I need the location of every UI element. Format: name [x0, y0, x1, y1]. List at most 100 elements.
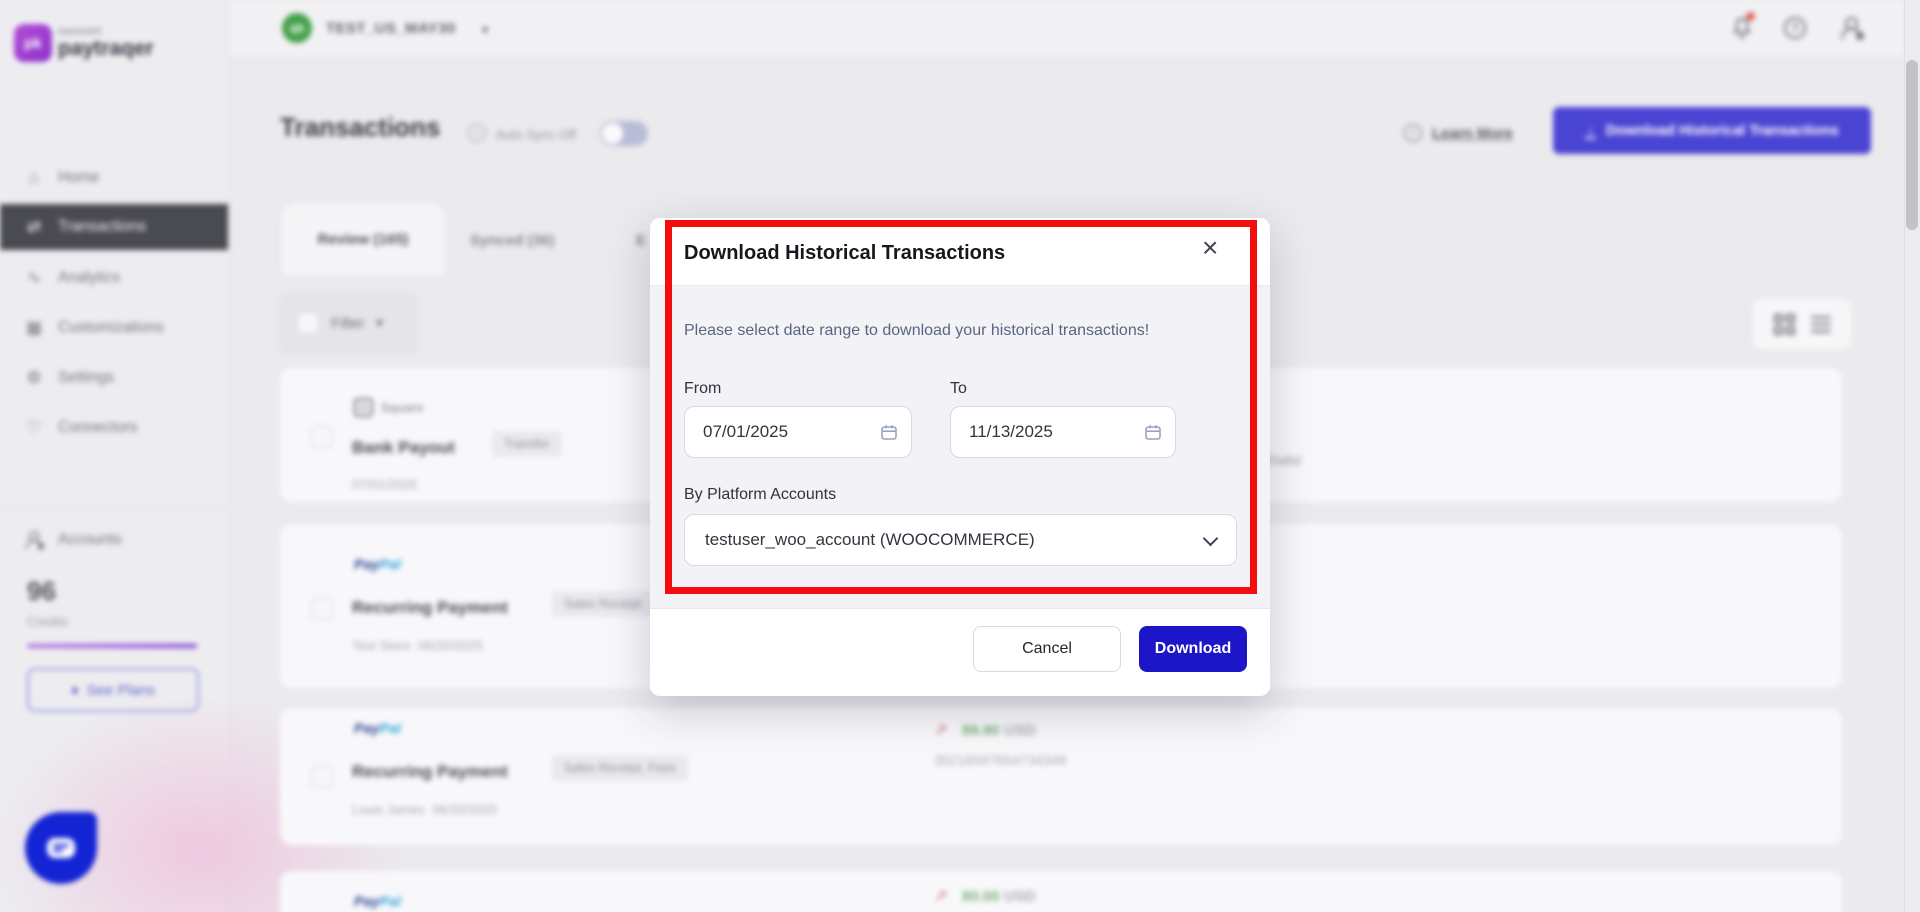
see-plans-label: See Plans — [87, 682, 155, 699]
transaction-meta: Louis James 06/20/2025 — [352, 802, 497, 817]
sidebar-item-label: Home — [58, 169, 99, 187]
paypal-wordmark-light: Pal — [380, 720, 402, 736]
paypal-wordmark-light: Pal — [380, 893, 402, 909]
list-view-icon[interactable] — [1811, 316, 1831, 333]
paypal-wordmark-dark: Pay — [354, 893, 380, 909]
sidebar-item-label: Analytics — [58, 269, 120, 287]
transaction-type-badge: Transfer — [492, 431, 562, 457]
download-historical-transactions-button[interactable]: ↓ Download Historical Transactions — [1553, 107, 1871, 154]
amount-currency: USD — [1004, 722, 1036, 739]
transaction-meta: 07/01/2025 — [352, 477, 417, 492]
auto-sync-toggle[interactable] — [600, 121, 648, 146]
sidebar-item-label: Accounts — [58, 531, 122, 549]
paypal-logo: PayPal — [354, 893, 401, 909]
sidebar-item-settings[interactable]: ⚙ Settings — [0, 356, 228, 400]
paypal-wordmark-dark: Pay — [354, 720, 380, 736]
to-date-field — [950, 406, 1176, 458]
customizations-icon: ▦ — [24, 318, 44, 338]
connectors-icon: ♡ — [24, 418, 44, 438]
chat-widget-button[interactable] — [25, 812, 97, 884]
transaction-title: Bank Payout — [352, 438, 455, 458]
help-icon[interactable]: ? — [1784, 17, 1806, 39]
row-checkbox[interactable] — [311, 426, 333, 448]
select-all-checkbox[interactable] — [297, 312, 319, 334]
top-bar — [228, 0, 1904, 58]
platform-accounts-label: By Platform Accounts — [684, 486, 836, 504]
download-button[interactable]: Download — [1139, 626, 1247, 672]
paypal-wordmark-dark: Pay — [354, 556, 380, 572]
chevron-down-icon — [1203, 530, 1219, 546]
scrollbar-thumb[interactable] — [1906, 60, 1918, 230]
caret-down-icon: ▾ — [376, 315, 383, 331]
download-button-label: Download Historical Transactions — [1606, 123, 1839, 139]
money-in-arrow-icon: ↗ — [934, 720, 947, 740]
tab-excluded-partial[interactable]: E — [636, 232, 646, 249]
filter-button[interactable]: Filter — [331, 315, 364, 332]
auto-sync-label: Auto Sync Off — [496, 127, 576, 142]
sidebar-item-label: Connectors — [58, 419, 137, 437]
cancel-button[interactable]: Cancel — [973, 626, 1121, 672]
sidebar-item-accounts[interactable]: Accounts — [0, 518, 228, 562]
calendar-icon[interactable] — [880, 423, 898, 446]
row-checkbox[interactable] — [311, 766, 333, 788]
filter-bar: Filter ▾ — [279, 292, 419, 354]
tab-review[interactable]: Review (165) — [282, 204, 444, 274]
quickbooks-badge-icon[interactable]: qb — [282, 13, 312, 43]
transactions-icon: ⇄ — [24, 217, 44, 237]
grid-view-icon[interactable] — [1774, 314, 1795, 335]
sidebar-item-label: Customizations — [58, 319, 164, 337]
transaction-row[interactable] — [280, 708, 1842, 845]
transaction-type-badge: Sales Receipt, Fees — [552, 755, 688, 781]
paypal-logo: PayPal — [354, 556, 401, 572]
platform-account-value: testuser_woo_account (WOOCOMMERCE) — [705, 530, 1035, 550]
home-icon: ⌂ — [24, 168, 44, 188]
close-icon[interactable]: × — [1202, 234, 1218, 262]
modal-message: Please select date range to download you… — [684, 322, 1149, 340]
transaction-meta: Test Store 06/20/2025 — [352, 638, 483, 653]
from-date-field — [684, 406, 912, 458]
from-date-input[interactable] — [684, 406, 912, 458]
platform-account-select[interactable]: testuser_woo_account (WOOCOMMERCE) — [684, 514, 1237, 566]
sidebar-item-analytics[interactable]: ∿ Analytics — [0, 256, 228, 300]
to-date-label: To — [950, 380, 967, 398]
paytraqer-logo-icon: pk — [14, 24, 52, 62]
transaction-title: Recurring Payment — [352, 762, 508, 782]
settings-gear-icon: ⚙ — [24, 368, 44, 388]
info-icon: i — [1404, 124, 1422, 142]
toggle-knob — [602, 123, 623, 144]
paypal-wordmark-light: Pal — [380, 556, 402, 572]
tab-synced[interactable]: Synced (36) — [470, 232, 554, 249]
app-window: qb TEST_US_MAY30 ▾ ? pk saasant paytraqe… — [0, 0, 1920, 912]
sidebar-item-customizations[interactable]: ▦ Customizations — [0, 306, 228, 350]
transaction-amount: 80.00 USD — [962, 888, 1036, 906]
sidebar-divider — [0, 566, 228, 567]
source-label: Square — [381, 401, 423, 415]
amount-currency: USD — [1004, 888, 1036, 905]
analytics-icon: ∿ — [24, 268, 44, 288]
amount-value: 80.00 — [962, 888, 1000, 905]
to-date-input[interactable] — [950, 406, 1176, 458]
sidebar-divider — [0, 510, 228, 511]
view-toggle — [1753, 299, 1851, 349]
row-checkbox[interactable] — [311, 598, 333, 620]
see-plans-button[interactable]: ♦ See Plans — [27, 668, 199, 712]
learn-more-link[interactable]: Learn More — [1432, 125, 1513, 142]
sidebar-item-label: Transactions — [58, 218, 146, 236]
sidebar-item-transactions[interactable]: ⇄ Transactions — [0, 204, 228, 250]
transaction-row[interactable] — [280, 871, 1842, 912]
page-title: Transactions — [280, 112, 440, 143]
brand-product-name: paytraqer — [58, 37, 154, 61]
transaction-title: Recurring Payment — [352, 598, 508, 618]
transaction-amount: 89.90 USD — [962, 722, 1036, 740]
calendar-icon[interactable] — [1144, 423, 1162, 446]
square-logo-icon — [354, 398, 373, 417]
modal-footer-divider — [650, 608, 1270, 609]
paypal-logo: PayPal — [354, 720, 401, 736]
sidebar-item-home[interactable]: ⌂ Home — [0, 156, 228, 200]
transaction-type-badge: Sales Receipt — [552, 591, 653, 617]
sidebar-item-connectors[interactable]: ♡ Connectors — [0, 406, 228, 450]
user-profile-icon[interactable] — [1838, 16, 1862, 40]
company-switcher[interactable]: TEST_US_MAY30 — [326, 20, 456, 37]
money-in-arrow-icon: ↗ — [934, 886, 947, 906]
chevron-down-icon[interactable]: ▾ — [482, 22, 489, 38]
